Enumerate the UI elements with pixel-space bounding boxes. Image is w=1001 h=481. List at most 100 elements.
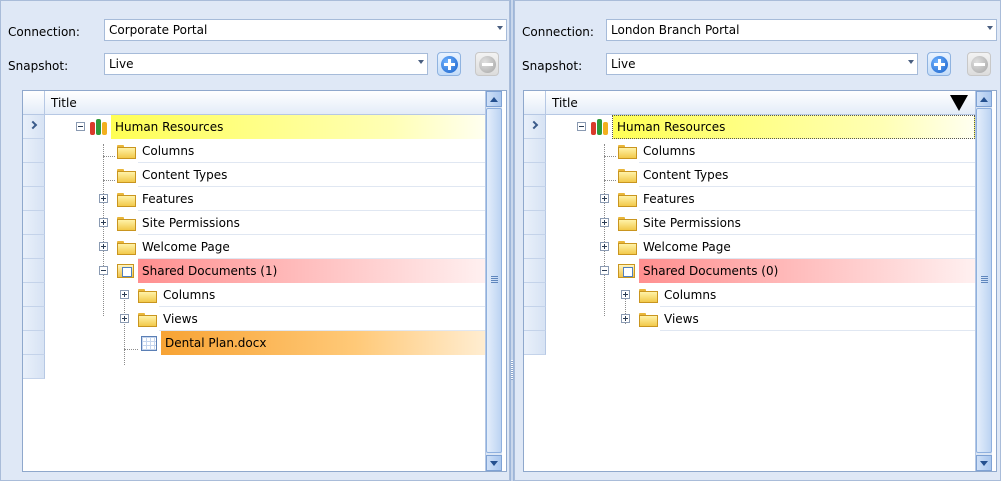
chevron-down-icon[interactable]	[418, 60, 424, 64]
vertical-scrollbar[interactable]	[485, 91, 502, 471]
row-indicator[interactable]	[23, 211, 45, 235]
row-indicator[interactable]	[23, 139, 45, 163]
right-compare-pane: Connection: London Branch Portal Snapsho…	[514, 0, 1001, 481]
chevron-down-icon[interactable]	[497, 26, 503, 30]
tree-row[interactable]: Human Resources	[45, 115, 485, 139]
tree-row[interactable]: Dental Plan.docx	[45, 331, 485, 355]
remove-snapshot-button[interactable]	[967, 52, 991, 76]
add-snapshot-button[interactable]	[437, 52, 461, 76]
left-compare-pane: Connection: Corporate Portal Snapshot: L…	[0, 0, 510, 481]
tree-row[interactable]: Shared Documents (1)	[45, 259, 485, 283]
column-header-title[interactable]: Title	[51, 96, 77, 110]
tree-item-label: Columns	[643, 144, 696, 158]
folder-icon	[618, 169, 637, 183]
tree-item-label: Dental Plan.docx	[161, 331, 485, 355]
collapse-icon[interactable]	[577, 122, 586, 131]
remove-snapshot-button[interactable]	[475, 52, 499, 76]
row-indicator[interactable]	[23, 283, 45, 307]
expand-icon[interactable]	[600, 194, 609, 203]
add-snapshot-icon	[931, 56, 948, 73]
scroll-thumb[interactable]	[976, 108, 992, 453]
expand-icon[interactable]	[621, 314, 630, 323]
tree-row[interactable]: Site Permissions	[45, 211, 485, 235]
snapshot-combobox[interactable]: Live	[104, 53, 428, 75]
expand-icon[interactable]	[600, 242, 609, 251]
row-indicator[interactable]	[524, 115, 546, 139]
tree-row[interactable]: Columns	[546, 283, 975, 307]
tree-grid[interactable]: Title Human Resources Columns Content Ty…	[523, 90, 997, 472]
folder-icon	[117, 241, 136, 255]
add-snapshot-button[interactable]	[927, 52, 951, 76]
tree-row[interactable]: Columns	[546, 139, 975, 163]
tree-row[interactable]: Welcome Page	[546, 235, 975, 259]
chevron-down-icon[interactable]	[908, 60, 914, 64]
row-indicator[interactable]	[23, 163, 45, 187]
tree-grid[interactable]: Title Human Resources Columns Content Ty…	[22, 90, 507, 472]
expand-icon[interactable]	[99, 218, 108, 227]
row-indicator[interactable]	[524, 211, 546, 235]
row-indicator[interactable]	[524, 307, 546, 331]
tree-row[interactable]: Shared Documents (0)	[546, 259, 975, 283]
connection-combobox[interactable]: London Branch Portal	[606, 19, 997, 41]
row-indicator[interactable]	[524, 331, 546, 355]
tree-row[interactable]: Views	[546, 307, 975, 331]
scroll-up-icon[interactable]	[486, 91, 502, 107]
connection-label: Connection:	[8, 25, 80, 39]
folder-icon	[117, 217, 136, 231]
folder-icon	[138, 313, 157, 327]
expand-icon[interactable]	[621, 290, 630, 299]
tree-row[interactable]: Welcome Page	[45, 235, 485, 259]
add-snapshot-icon	[441, 56, 458, 73]
document-icon	[141, 336, 157, 351]
collapse-icon[interactable]	[76, 122, 85, 131]
scroll-up-icon[interactable]	[976, 91, 992, 107]
row-indicator[interactable]	[524, 139, 546, 163]
tree-item-label: Welcome Page	[643, 240, 731, 254]
connection-combobox[interactable]: Corporate Portal	[104, 19, 507, 41]
snapshot-combobox[interactable]: Live	[606, 53, 918, 75]
row-indicator[interactable]	[23, 307, 45, 331]
folder-icon	[639, 313, 658, 327]
tree-item-label: Columns	[142, 144, 195, 158]
tree-row[interactable]: Human Resources	[546, 115, 975, 139]
sort-marker-icon	[950, 95, 968, 111]
chevron-down-icon[interactable]	[987, 26, 993, 30]
row-indicator[interactable]	[524, 259, 546, 283]
folder-icon	[618, 193, 637, 207]
expand-icon[interactable]	[600, 218, 609, 227]
tree-row[interactable]: Views	[45, 307, 485, 331]
tree-row[interactable]: Site Permissions	[546, 211, 975, 235]
column-header-title[interactable]: Title	[552, 96, 578, 110]
row-indicator[interactable]	[23, 115, 45, 139]
tree-row[interactable]: Features	[546, 187, 975, 211]
splitter-grip-icon[interactable]	[511, 360, 513, 380]
row-indicator[interactable]	[23, 331, 45, 355]
expand-icon[interactable]	[120, 290, 129, 299]
expand-icon[interactable]	[120, 314, 129, 323]
collapse-icon[interactable]	[600, 266, 609, 275]
row-indicator[interactable]	[524, 187, 546, 211]
tree-row[interactable]: Content Types	[45, 163, 485, 187]
grid-header: Title	[23, 91, 485, 115]
row-indicator[interactable]	[23, 355, 45, 379]
tree-row[interactable]: Content Types	[546, 163, 975, 187]
row-indicator[interactable]	[524, 235, 546, 259]
row-indicator[interactable]	[23, 187, 45, 211]
expand-icon[interactable]	[99, 242, 108, 251]
expand-icon[interactable]	[99, 194, 108, 203]
row-indicator[interactable]	[524, 163, 546, 187]
vertical-scrollbar[interactable]	[975, 91, 992, 471]
scroll-down-icon[interactable]	[976, 455, 992, 471]
scroll-thumb[interactable]	[486, 108, 502, 453]
scroll-down-icon[interactable]	[486, 455, 502, 471]
tree-row[interactable]: Features	[45, 187, 485, 211]
tree-row[interactable]: Columns	[45, 139, 485, 163]
row-indicator[interactable]	[23, 235, 45, 259]
folder-icon	[117, 145, 136, 159]
folder-icon	[639, 289, 658, 303]
tree-row[interactable]: Columns	[45, 283, 485, 307]
row-indicator[interactable]	[23, 259, 45, 283]
tree-item-label: Columns	[163, 288, 216, 302]
row-indicator[interactable]	[524, 283, 546, 307]
collapse-icon[interactable]	[99, 266, 108, 275]
